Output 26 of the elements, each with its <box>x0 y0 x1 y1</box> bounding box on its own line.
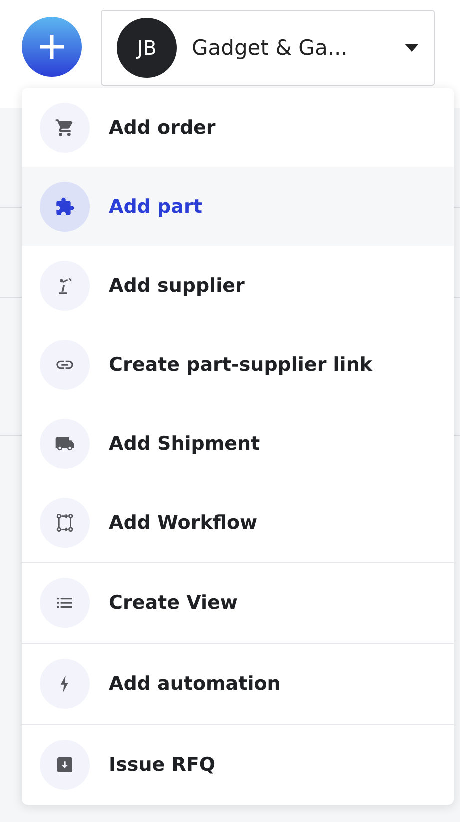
menu-item-label: Create View <box>109 592 238 614</box>
menu-item[interactable]: Create part-supplier link <box>22 325 454 404</box>
workflow-icon <box>55 512 75 532</box>
menu-item-label: Issue RFQ <box>109 754 216 776</box>
menu-item-label: Add Shipment <box>109 432 260 454</box>
menu-item[interactable]: Add Shipment <box>22 404 454 483</box>
inbox-download-icon <box>55 755 75 775</box>
avatar: JB <box>117 18 177 78</box>
menu-item[interactable]: Add order <box>22 88 454 167</box>
menu-item-label: Create part-supplier link <box>109 354 372 376</box>
menu-item[interactable]: Add automation <box>22 644 454 724</box>
organization-name: Gadget & Ga... <box>192 36 349 60</box>
plus-icon <box>37 32 67 62</box>
organization-selector[interactable]: JB Gadget & Ga... <box>101 10 435 86</box>
menu-item[interactable]: Add supplier <box>22 246 454 325</box>
menu-item[interactable]: Issue RFQ <box>22 725 454 805</box>
menu-item[interactable]: Create View <box>22 563 454 643</box>
menu-item[interactable]: Add Workflow <box>22 483 454 562</box>
cart-icon <box>55 118 75 138</box>
menu-item[interactable]: Add part <box>22 167 454 246</box>
menu-item-label: Add automation <box>109 673 281 695</box>
menu-item-label: Add order <box>109 116 216 138</box>
puzzle-icon <box>55 196 75 216</box>
menu-item-label: Add part <box>109 196 202 218</box>
menu-item-label: Add supplier <box>109 274 245 296</box>
menu-item-label: Add Workflow <box>109 512 258 534</box>
